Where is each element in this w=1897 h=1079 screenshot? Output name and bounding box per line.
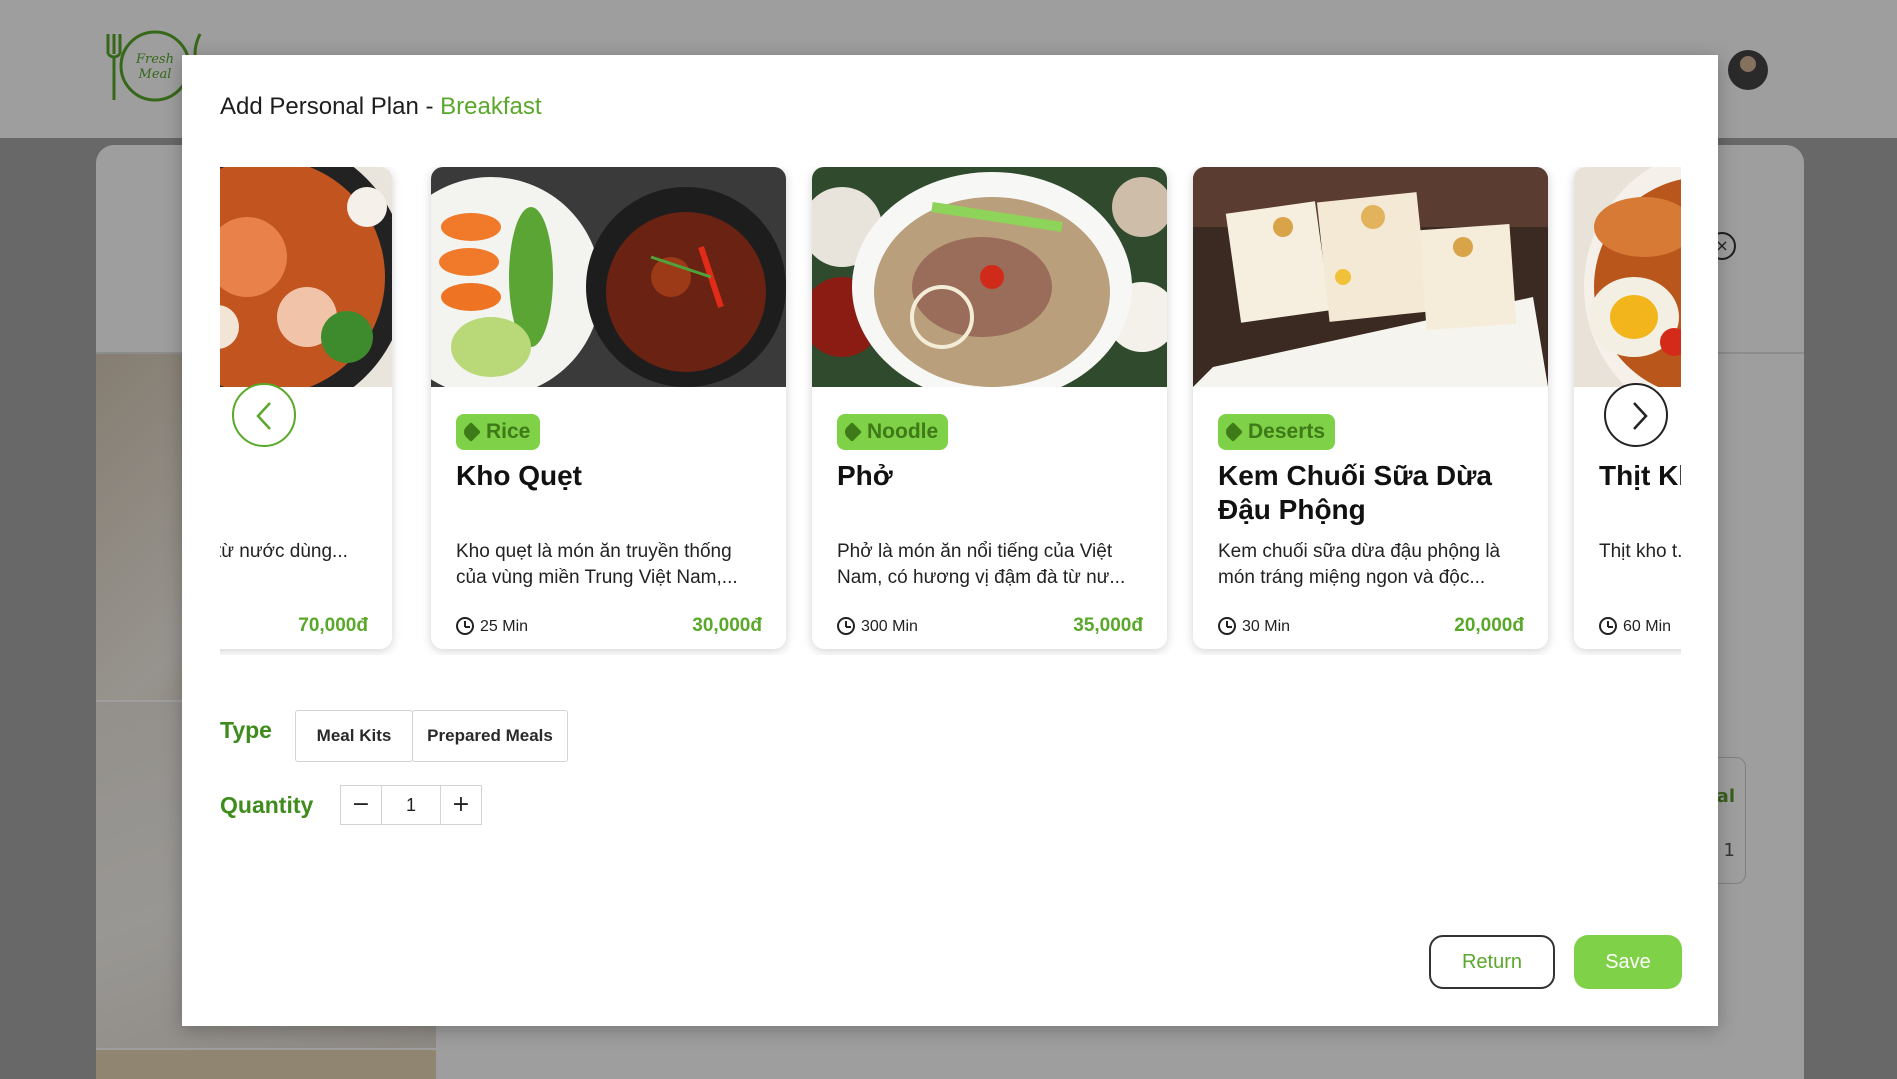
dish-card[interactable]: Noodle Phở Phở là món ăn nổi tiếng của V… <box>812 167 1167 649</box>
dish-image <box>1193 167 1548 387</box>
dish-image <box>431 167 786 387</box>
dish-title: Thịt Kho Trứng <box>1599 460 1681 491</box>
clock-icon <box>1218 617 1236 635</box>
cook-time-label: 300 Min <box>861 618 918 635</box>
quantity-value[interactable]: 1 <box>381 786 441 824</box>
modal-title-meal: Breakfast <box>440 93 542 120</box>
quantity-label: Quantity <box>220 792 314 818</box>
type-option-meal-kits[interactable]: Meal Kits <box>295 710 413 762</box>
tag-icon <box>461 422 481 442</box>
carousel-next-button[interactable] <box>1604 383 1668 447</box>
dish-cook-time: 30 Min <box>1218 617 1290 636</box>
cook-time-label: 30 Min <box>1242 618 1291 635</box>
dish-cook-time: 60 Min <box>1599 617 1671 636</box>
increment-button[interactable]: + <box>441 786 481 824</box>
modal-title-prefix: Add Personal Plan - <box>220 93 441 120</box>
dish-price: 30,000đ <box>692 615 762 636</box>
category-tag: Deserts <box>1218 414 1336 450</box>
type-option-prepared-meals[interactable]: Prepared Meals <box>412 710 568 762</box>
cook-time-label: 25 Min <box>480 618 529 635</box>
dish-price: 70,000đ <box>298 615 368 636</box>
dish-image <box>1574 167 1681 387</box>
add-personal-plan-modal: Add Personal Plan - Breakfast ăn nổi tiế… <box>182 55 1718 1026</box>
dish-image <box>220 167 392 387</box>
dish-card[interactable]: Deserts Kem Chuối Sữa Dừa Đậu Phộng Kem … <box>1193 167 1548 649</box>
dish-image <box>812 167 1167 387</box>
category-tag-label: Deserts <box>1248 420 1326 443</box>
dish-cook-time: 300 Min <box>837 617 918 636</box>
tag-icon <box>1223 422 1243 442</box>
clock-icon <box>1599 617 1617 635</box>
clock-icon <box>456 617 474 635</box>
dish-card[interactable]: Rice Kho Quẹt Kho quẹt là món ăn truyền … <box>431 167 786 649</box>
tag-icon <box>842 422 862 442</box>
dish-price: 20,000đ <box>1454 615 1524 636</box>
dish-description: Thịt kho t... thống khó... <box>1599 541 1681 562</box>
dish-price: 35,000đ <box>1073 615 1143 636</box>
dish-description: Kho quẹt là món ăn truyền thống của vùng… <box>456 541 738 588</box>
modal-title: Add Personal Plan - Breakfast <box>220 93 542 121</box>
dish-title: Kho Quẹt <box>456 460 582 491</box>
return-button[interactable]: Return <box>1429 935 1555 989</box>
category-tag: Noodle <box>837 414 949 450</box>
dish-title: Kem Chuối Sữa Dừa Đậu Phộng <box>1218 460 1492 525</box>
clock-icon <box>837 617 855 635</box>
category-tag-label: Rice <box>486 420 531 443</box>
type-label: Type <box>220 717 272 743</box>
cook-time-label: 60 Min <box>1623 618 1672 635</box>
quantity-stepper: − 1 + <box>340 785 482 825</box>
dish-description: Phở là món ăn nổi tiếng của Việt Nam, có… <box>837 541 1126 588</box>
dish-description: Kem chuối sữa dừa đậu phộng là món tráng… <box>1218 541 1501 588</box>
dish-title: Phở <box>837 460 893 491</box>
category-tag: Rice <box>456 414 541 450</box>
dish-cook-time: 25 Min <box>456 617 528 636</box>
dish-description: ăn nổi tiếng với vị từ nước dùng... <box>220 541 348 562</box>
carousel-prev-button[interactable] <box>232 383 296 447</box>
decrement-button[interactable]: − <box>341 786 381 824</box>
chevron-right-icon <box>1633 402 1648 430</box>
save-button[interactable]: Save <box>1574 935 1682 989</box>
category-tag-label: Noodle <box>867 420 939 443</box>
dish-carousel: ăn nổi tiếng với vị từ nước dùng... 70,0… <box>220 167 1681 655</box>
chevron-left-icon <box>256 402 271 430</box>
